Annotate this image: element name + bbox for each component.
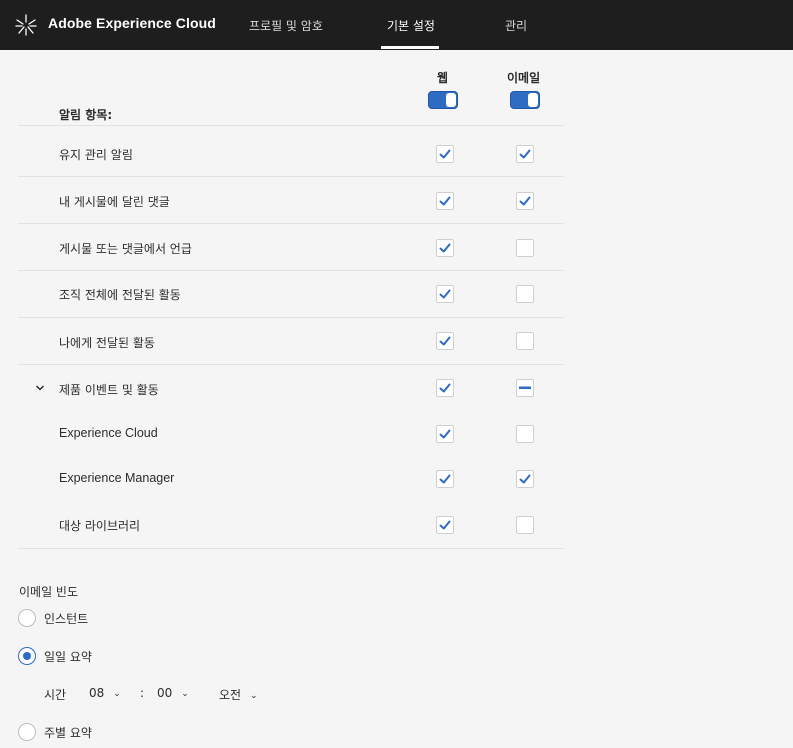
row-divider: [18, 270, 564, 271]
email-checkbox-product-events[interactable]: [516, 379, 534, 397]
row-label-comments-on-my-posts: 내 게시물에 달린 댓글: [59, 195, 170, 209]
row-divider: [18, 176, 564, 177]
web-checkbox-maintenance[interactable]: [436, 145, 454, 163]
email-checkbox-target-library[interactable]: [516, 516, 534, 534]
checkmark-icon: [439, 336, 451, 346]
checkmark-icon: [519, 474, 531, 484]
notification-items-label: 알림 항목:: [59, 108, 113, 122]
row-divider: [18, 125, 564, 126]
tab-profile-password[interactable]: 프로필 및 암호: [249, 17, 323, 34]
radio-daily-summary[interactable]: [18, 647, 36, 665]
row-label-experience-manager: Experience Manager: [59, 471, 175, 485]
row-label-mentions: 게시물 또는 댓글에서 언급: [59, 242, 192, 256]
brand-name[interactable]: Adobe Experience Cloud: [48, 15, 216, 31]
email-checkbox-my-activity[interactable]: [516, 332, 534, 350]
row-divider: [18, 223, 564, 224]
row-label-target-library: 대상 라이브러리: [59, 519, 141, 533]
web-checkbox-product-events[interactable]: [436, 379, 454, 397]
toggle-knob: [446, 93, 456, 107]
email-checkbox-maintenance[interactable]: [516, 145, 534, 163]
row-label-org-activity: 조직 전체에 전달된 활동: [59, 288, 181, 302]
radio-instant[interactable]: [18, 609, 36, 627]
web-checkbox-my-activity[interactable]: [436, 332, 454, 350]
radio-label-daily-summary: 일일 요약: [44, 650, 92, 664]
row-label-maintenance: 유지 관리 알림: [59, 148, 133, 162]
time-label: 시간: [44, 688, 67, 702]
email-checkbox-mentions[interactable]: [516, 239, 534, 257]
minute-select[interactable]: 00 ⌄: [157, 686, 189, 700]
row-divider: [18, 364, 564, 365]
web-checkbox-org-activity[interactable]: [436, 285, 454, 303]
chevron-down-icon: ⌄: [250, 691, 258, 701]
email-column-header: 이메일: [507, 71, 541, 85]
email-frequency-title: 이메일 빈도: [19, 585, 79, 599]
email-checkbox-comments[interactable]: [516, 192, 534, 210]
email-checkbox-experience-manager[interactable]: [516, 470, 534, 488]
chevron-down-icon: ⌄: [113, 689, 121, 699]
web-checkbox-comments[interactable]: [436, 192, 454, 210]
chevron-down-icon: ⌄: [181, 689, 189, 699]
chevron-down-icon[interactable]: [34, 382, 46, 394]
row-label-product-events: 제품 이벤트 및 활동: [59, 383, 159, 397]
time-separator: :: [140, 686, 145, 700]
period-value: 오전: [219, 688, 242, 702]
tab-preferences[interactable]: 기본 설정: [387, 17, 435, 34]
email-checkbox-org-activity[interactable]: [516, 285, 534, 303]
checkmark-icon: [439, 289, 451, 299]
radio-label-weekly-summary: 주별 요약: [44, 726, 92, 740]
web-column-header: 웹: [437, 71, 449, 85]
indeterminate-dash-icon: [519, 386, 531, 389]
checkmark-icon: [519, 149, 531, 159]
web-checkbox-mentions[interactable]: [436, 239, 454, 257]
row-divider: [18, 317, 564, 318]
checkmark-icon: [439, 474, 451, 484]
active-tab-indicator: [381, 46, 439, 49]
checkmark-icon: [439, 243, 451, 253]
tab-admin[interactable]: 관리: [505, 17, 527, 34]
hour-value: 08: [89, 686, 105, 700]
checkmark-icon: [439, 149, 451, 159]
email-checkbox-experience-cloud[interactable]: [516, 425, 534, 443]
radio-weekly-summary[interactable]: [18, 723, 36, 741]
top-navigation-bar: Adobe Experience Cloud 프로필 및 암호 기본 설정 관리: [0, 0, 793, 50]
checkmark-icon: [439, 520, 451, 530]
web-master-toggle[interactable]: [428, 91, 458, 109]
radio-label-instant: 인스턴트: [44, 612, 89, 626]
web-checkbox-experience-manager[interactable]: [436, 470, 454, 488]
row-label-experience-cloud: Experience Cloud: [59, 426, 158, 440]
checkmark-icon: [439, 429, 451, 439]
web-checkbox-experience-cloud[interactable]: [436, 425, 454, 443]
toggle-knob: [528, 93, 538, 107]
row-divider: [18, 548, 564, 549]
checkmark-icon: [439, 196, 451, 206]
checkmark-icon: [439, 383, 451, 393]
adobe-experience-cloud-logo-icon[interactable]: [14, 13, 38, 37]
checkmark-icon: [519, 196, 531, 206]
row-label-my-activity: 나에게 전달된 활동: [59, 336, 155, 350]
hour-select[interactable]: 08 ⌄: [89, 686, 121, 700]
web-checkbox-target-library[interactable]: [436, 516, 454, 534]
minute-value: 00: [157, 686, 173, 700]
am-pm-select[interactable]: 오전 ⌄: [219, 686, 258, 703]
email-master-toggle[interactable]: [510, 91, 540, 109]
